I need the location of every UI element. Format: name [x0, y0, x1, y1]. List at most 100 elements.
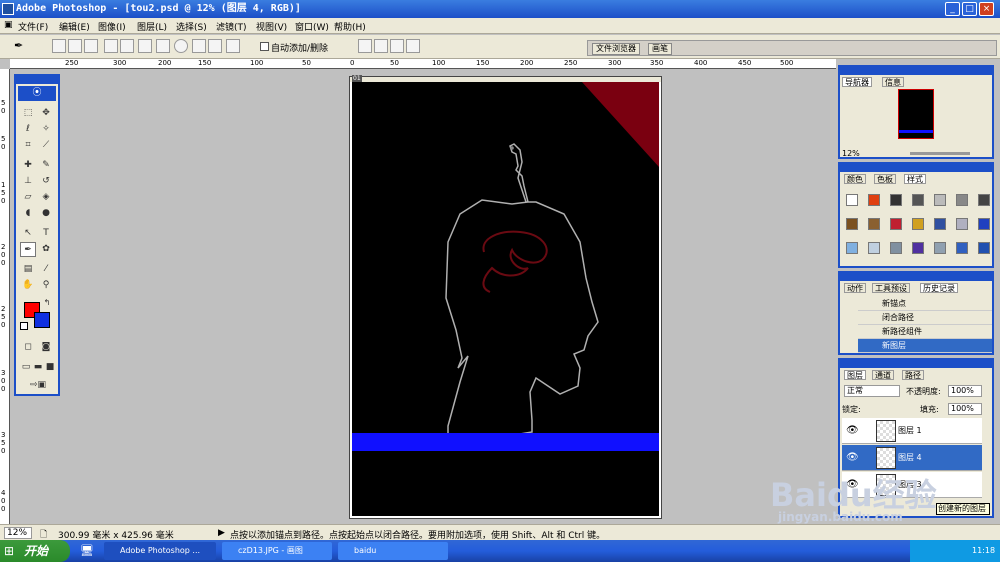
layer-row-selected[interactable]: 👁 图层 4: [842, 445, 982, 471]
style-swatch[interactable]: [978, 218, 990, 230]
tab-color[interactable]: 颜色: [844, 174, 866, 184]
hand-tool-icon[interactable]: ✋: [20, 278, 36, 293]
toolbox-header[interactable]: [16, 76, 58, 84]
close-button[interactable]: ×: [979, 2, 994, 16]
path-intersect-icon[interactable]: [390, 39, 404, 53]
style-swatch[interactable]: [868, 242, 880, 254]
adobe-online-icon[interactable]: ⦿: [18, 86, 56, 101]
background-color-swatch[interactable]: [34, 312, 50, 328]
screen-mode-full-menu-icon[interactable]: ▬: [32, 360, 44, 375]
menu-filter[interactable]: 滤镜(T): [216, 20, 247, 33]
eyedropper-tool-icon[interactable]: ⁄: [38, 262, 54, 277]
opacity-field[interactable]: 100%: [948, 385, 982, 397]
style-swatch[interactable]: [956, 194, 968, 206]
task-paint[interactable]: czD13.JPG - 画图: [222, 542, 332, 560]
eye-icon[interactable]: 👁: [846, 445, 859, 471]
style-swatch[interactable]: [934, 194, 946, 206]
move-tool-icon[interactable]: ✥: [38, 106, 54, 121]
polygon-icon[interactable]: [192, 39, 206, 53]
menu-edit[interactable]: 编辑(E): [59, 20, 90, 33]
standard-mode-icon[interactable]: ◻: [20, 340, 36, 355]
rounded-rectangle-icon[interactable]: [156, 39, 170, 53]
lasso-tool-icon[interactable]: ℓ: [20, 122, 36, 137]
tab-tool-presets[interactable]: 工具预设: [872, 283, 910, 293]
pen-tool-preset-icon[interactable]: ✒: [14, 39, 28, 53]
menu-layer[interactable]: 图层(L): [137, 20, 167, 33]
doc-icon[interactable]: ▣: [4, 20, 13, 30]
style-swatch[interactable]: [934, 218, 946, 230]
path-add-icon[interactable]: [358, 39, 372, 53]
zoom-tool-icon[interactable]: ⚲: [38, 278, 54, 293]
menu-file[interactable]: 文件(F): [18, 20, 48, 33]
style-swatch[interactable]: [956, 218, 968, 230]
style-swatch[interactable]: [912, 218, 924, 230]
panel-header[interactable]: [840, 360, 992, 368]
line-icon[interactable]: [208, 39, 222, 53]
tab-navigator[interactable]: 导航器: [842, 77, 872, 87]
layer-row[interactable]: 👁 图层 1: [842, 418, 982, 444]
style-swatch[interactable]: [978, 242, 990, 254]
swap-colors-icon[interactable]: ↰: [42, 298, 52, 308]
style-swatch[interactable]: [890, 218, 902, 230]
clone-stamp-tool-icon[interactable]: ⊥: [20, 174, 36, 189]
paths-icon[interactable]: [68, 39, 82, 53]
style-swatch[interactable]: [890, 242, 902, 254]
zoom-field[interactable]: 12%: [4, 527, 32, 539]
menu-window[interactable]: 窗口(W): [295, 20, 329, 33]
ellipse-icon[interactable]: [174, 39, 188, 53]
slice-tool-icon[interactable]: ⟋: [38, 138, 54, 153]
shape-layers-icon[interactable]: [52, 39, 66, 53]
panel-header[interactable]: [840, 67, 992, 75]
quick-mask-mode-icon[interactable]: ◙: [38, 340, 54, 355]
tab-paths[interactable]: 路径: [902, 370, 924, 380]
magic-wand-tool-icon[interactable]: ✧: [38, 122, 54, 137]
auto-add-delete-checkbox[interactable]: [260, 42, 269, 51]
healing-brush-tool-icon[interactable]: ✚: [20, 158, 36, 173]
path-exclude-icon[interactable]: [406, 39, 420, 53]
menu-image[interactable]: 图像(I): [98, 20, 126, 33]
eye-icon[interactable]: 👁: [846, 418, 859, 444]
style-swatch[interactable]: [868, 194, 880, 206]
tab-channels[interactable]: 通道: [872, 370, 894, 380]
quick-launch-icon[interactable]: 🖥: [80, 544, 94, 557]
tab-history[interactable]: 历史记录: [920, 283, 958, 293]
task-baidu-folder[interactable]: baidu: [338, 542, 448, 560]
panel-header[interactable]: [840, 273, 992, 281]
menu-view[interactable]: 视图(V): [256, 20, 287, 33]
style-swatch[interactable]: [890, 194, 902, 206]
navigator-zoom[interactable]: 12%: [842, 149, 860, 158]
dodge-tool-icon[interactable]: ●: [38, 206, 54, 221]
style-swatch[interactable]: [978, 194, 990, 206]
screen-mode-full-icon[interactable]: ■: [44, 360, 56, 375]
style-none-swatch[interactable]: [846, 194, 858, 206]
pen-tool-icon[interactable]: ✒: [20, 242, 36, 257]
tab-layers[interactable]: 图层: [844, 370, 866, 380]
style-swatch[interactable]: [868, 218, 880, 230]
minimize-button[interactable]: _: [945, 2, 960, 16]
screen-mode-standard-icon[interactable]: ▭: [20, 360, 32, 375]
style-swatch[interactable]: [956, 242, 968, 254]
menu-help[interactable]: 帮助(H): [334, 20, 366, 33]
history-brush-tool-icon[interactable]: ↺: [38, 174, 54, 189]
task-photoshop[interactable]: Adobe Photoshop ...: [104, 542, 216, 560]
gradient-tool-icon[interactable]: ◈: [38, 190, 54, 205]
pen-icon[interactable]: [104, 39, 118, 53]
history-item[interactable]: 闭合路径: [858, 311, 992, 325]
notes-tool-icon[interactable]: ▤: [20, 262, 36, 277]
marquee-tool-icon[interactable]: ⬚: [20, 106, 36, 121]
history-item[interactable]: 新锚点: [858, 297, 992, 311]
panel-header[interactable]: [840, 164, 992, 172]
default-colors-icon[interactable]: [20, 322, 28, 330]
freeform-pen-icon[interactable]: [120, 39, 134, 53]
tab-file-browser[interactable]: 文件浏览器: [592, 43, 640, 55]
jump-to-imageready-icon[interactable]: ⇨▣: [20, 378, 56, 393]
style-swatch[interactable]: [934, 242, 946, 254]
tab-swatches[interactable]: 色板: [874, 174, 896, 184]
tab-info[interactable]: 信息: [882, 77, 904, 87]
blur-tool-icon[interactable]: ◖: [20, 206, 36, 221]
crop-tool-icon[interactable]: ⌗: [20, 138, 36, 153]
fill-field[interactable]: 100%: [948, 403, 982, 415]
rectangle-icon[interactable]: [138, 39, 152, 53]
type-tool-icon[interactable]: T: [38, 226, 54, 241]
tab-styles[interactable]: 样式: [904, 174, 926, 184]
